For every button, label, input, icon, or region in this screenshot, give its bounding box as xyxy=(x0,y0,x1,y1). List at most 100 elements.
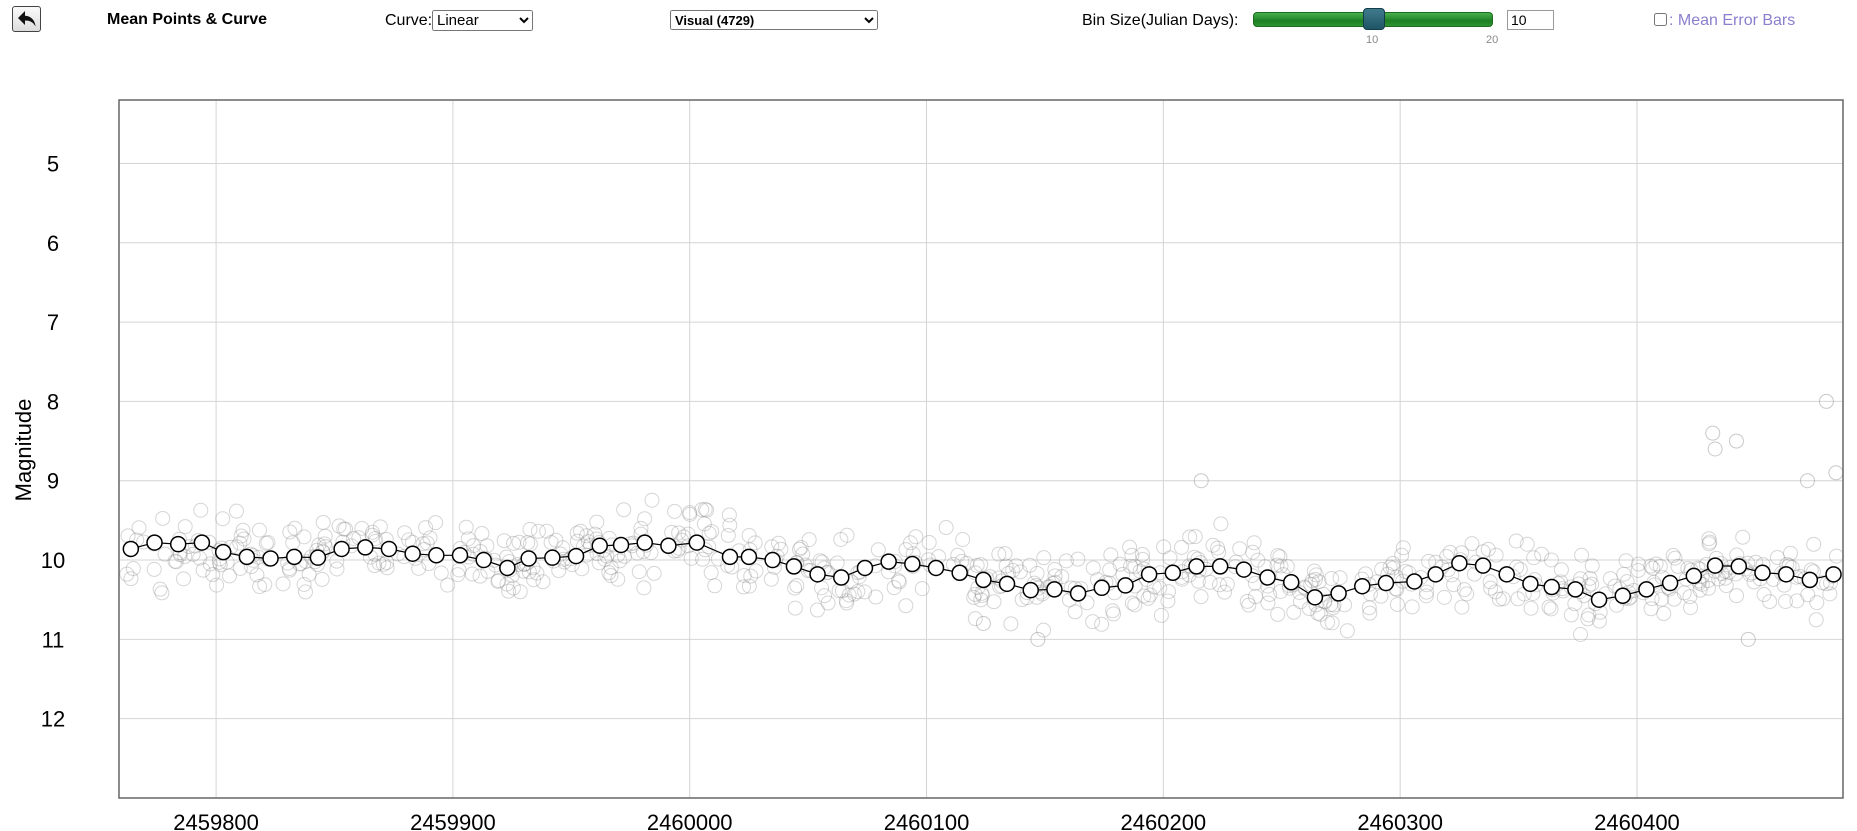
plot-mode-title: Mean Points & Curve xyxy=(107,11,268,28)
raw-observation-point xyxy=(193,502,209,518)
mean-point xyxy=(1427,566,1444,583)
mean-point xyxy=(520,550,537,567)
curve-type-select[interactable]: Linear xyxy=(432,10,533,31)
raw-observation-point xyxy=(1618,553,1634,569)
raw-observation-point xyxy=(1534,546,1550,562)
mean-point xyxy=(1406,573,1423,590)
mean-point xyxy=(1590,591,1608,608)
raw-observation-point xyxy=(1800,587,1816,603)
raw-observation-point xyxy=(1654,591,1670,607)
raw-observation-point xyxy=(1728,433,1744,449)
mean-point xyxy=(499,559,516,577)
y-tick-label: 12 xyxy=(41,707,65,732)
y-tick-label: 11 xyxy=(42,627,65,652)
raw-observation-point xyxy=(720,527,736,543)
band-select[interactable]: Visual (4729) xyxy=(670,10,878,30)
raw-observation-point xyxy=(451,562,467,578)
mean-point xyxy=(1259,569,1276,586)
raw-observation-point xyxy=(891,574,907,590)
mean-point xyxy=(998,575,1016,593)
mean-point xyxy=(1801,571,1819,589)
mean-error-bars-checkbox[interactable] xyxy=(1654,13,1667,26)
raw-observation-point xyxy=(315,514,331,530)
raw-observation-point xyxy=(314,571,330,587)
raw-observation-point xyxy=(123,571,139,587)
raw-observation-point xyxy=(1246,535,1262,551)
mean-point xyxy=(1069,585,1087,602)
raw-observation-point xyxy=(1735,529,1751,545)
raw-observation-point xyxy=(176,571,192,587)
raw-observation-point xyxy=(833,531,849,547)
mean-point xyxy=(1117,577,1134,594)
raw-observation-point xyxy=(921,535,937,551)
bin-size-input[interactable] xyxy=(1507,10,1554,30)
y-tick-label: 7 xyxy=(47,310,59,335)
raw-observation-point xyxy=(1418,588,1434,604)
raw-observation-point xyxy=(1464,536,1480,552)
curve-label: Curve: xyxy=(385,12,433,29)
mean-point xyxy=(1498,566,1515,583)
raw-observation-point xyxy=(1616,566,1632,582)
raw-observation-point xyxy=(146,561,162,577)
raw-observation-point xyxy=(1324,570,1340,586)
mean-point xyxy=(880,553,897,570)
mean-point xyxy=(1543,578,1560,596)
raw-observation-point xyxy=(721,507,737,523)
raw-observation-point xyxy=(1122,539,1138,555)
raw-observation-point xyxy=(1389,596,1405,612)
raw-observation-point xyxy=(1523,600,1539,616)
raw-observation-point xyxy=(1174,539,1190,555)
mean-point xyxy=(1451,554,1468,572)
mean-point xyxy=(951,564,968,581)
mean-point xyxy=(1377,574,1395,592)
raw-observation-point xyxy=(296,529,312,545)
x-tick-label: 2460300 xyxy=(1357,810,1443,831)
raw-observation-point xyxy=(601,565,617,581)
mean-point xyxy=(1614,587,1632,604)
mean-point xyxy=(214,543,232,561)
raw-observation-point xyxy=(228,503,244,519)
mean-point xyxy=(1093,579,1111,597)
raw-observation-point xyxy=(646,565,662,581)
x-tick-label: 2460400 xyxy=(1594,810,1680,831)
raw-observation-point xyxy=(1213,516,1229,532)
raw-observation-point xyxy=(1306,563,1322,579)
raw-observation-point xyxy=(177,519,193,535)
y-tick-label: 5 xyxy=(47,151,59,176)
y-tick-label: 6 xyxy=(47,231,59,256)
mean-point xyxy=(721,548,739,566)
raw-observation-point xyxy=(1707,441,1723,457)
mean-point xyxy=(380,540,398,558)
raw-observation-point xyxy=(1404,599,1420,615)
mean-point xyxy=(809,566,826,583)
back-button[interactable] xyxy=(12,6,41,32)
raw-observation-point xyxy=(131,520,147,536)
raw-observation-point xyxy=(1094,616,1110,632)
raw-observation-point xyxy=(472,568,488,584)
raw-observation-point xyxy=(1279,558,1295,574)
raw-observations xyxy=(119,393,1844,647)
raw-observation-point xyxy=(522,521,538,537)
mean-point xyxy=(688,534,706,551)
raw-observation-point xyxy=(637,511,653,527)
bin-size-slider-thumb[interactable] xyxy=(1363,8,1385,30)
raw-observation-point xyxy=(215,511,231,527)
raw-observation-point xyxy=(1584,558,1600,574)
mean-point xyxy=(1685,567,1703,585)
mean-point xyxy=(451,547,469,564)
mean-point xyxy=(475,551,492,569)
light-curve-chart: 2459800 2459900 2460000 2460100 2460200 24603… xyxy=(11,99,1844,831)
raw-observation-point xyxy=(1656,606,1672,622)
mean-point xyxy=(285,548,303,566)
raw-observation-point xyxy=(955,531,971,547)
raw-observation-point xyxy=(1630,562,1646,578)
back-arrow-icon xyxy=(17,11,35,27)
raw-observation-point xyxy=(801,532,817,548)
raw-observation-point xyxy=(991,546,1007,562)
mean-point xyxy=(591,537,608,555)
raw-observation-point xyxy=(155,510,171,526)
raw-observation-point xyxy=(1828,548,1844,564)
mean-point xyxy=(1661,574,1679,592)
raw-observation-point xyxy=(1769,550,1785,566)
y-tick-label: 9 xyxy=(47,469,59,494)
